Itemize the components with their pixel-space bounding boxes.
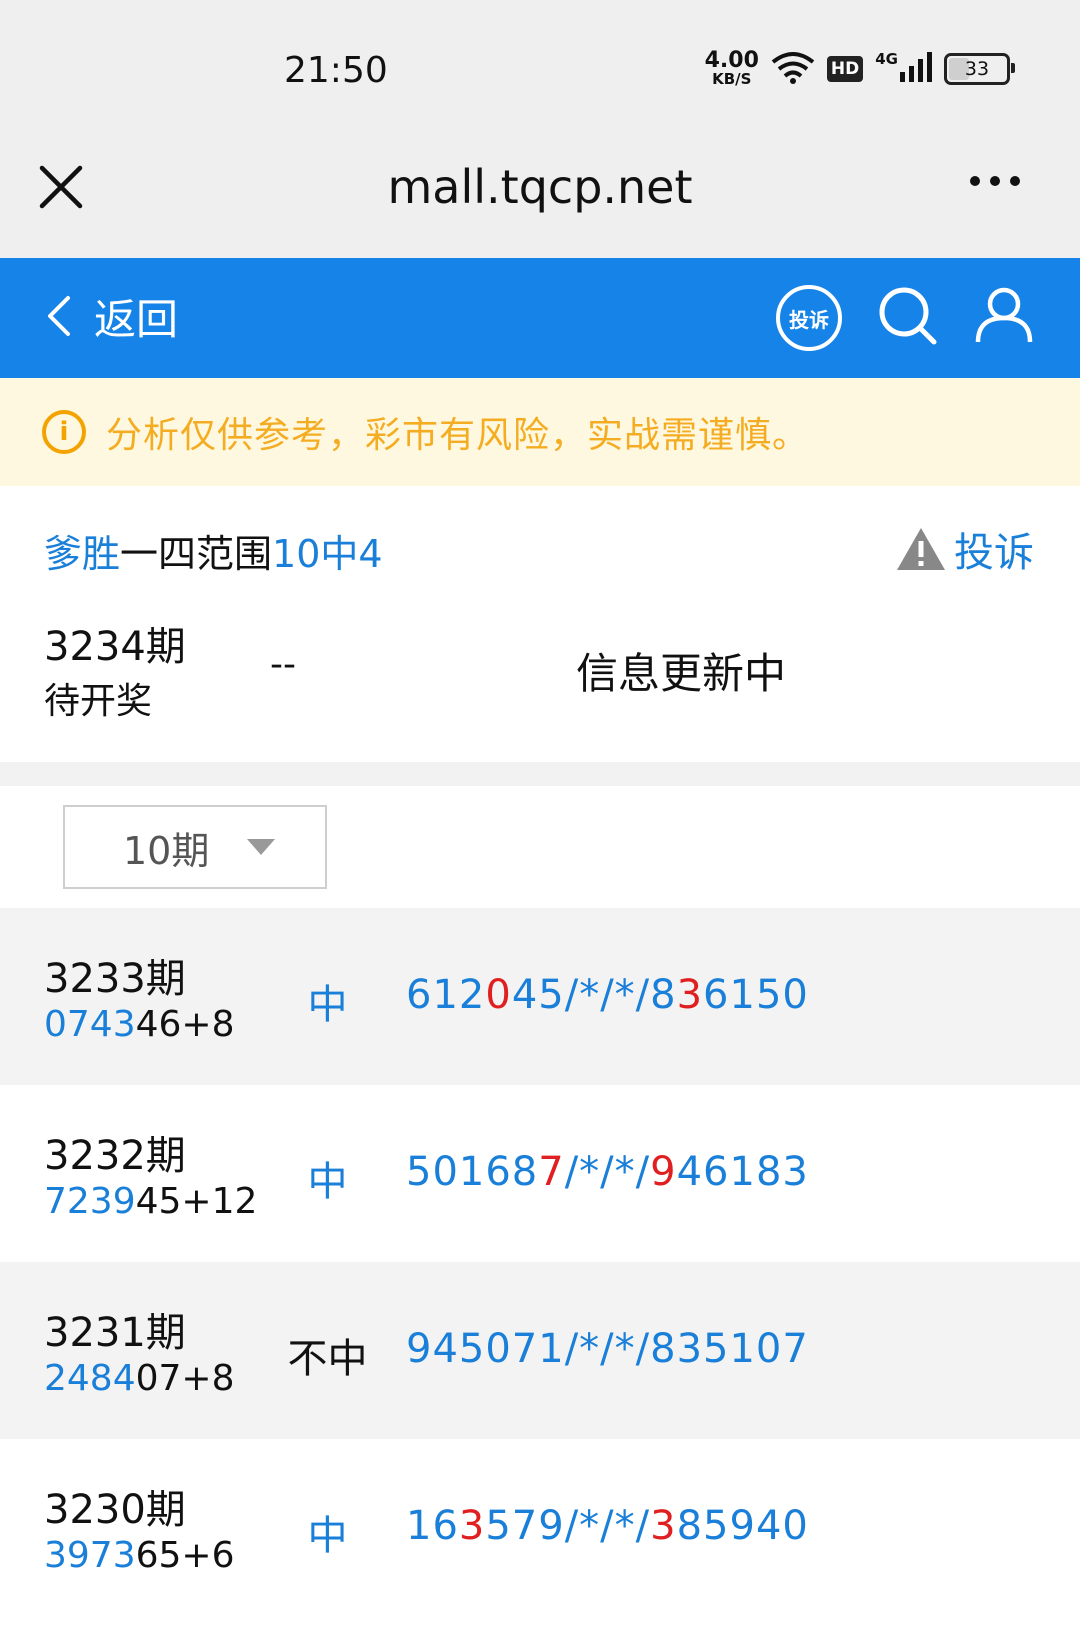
plan-title: 爹胜一四范围10中4 [44,523,383,578]
record-draw: 248407+8 [44,1358,235,1399]
network-type: 4G [875,50,898,68]
current-dash: -- [270,644,296,685]
draw-hit: 2484 [44,1358,136,1399]
pick-segment: 3 [650,1503,677,1549]
signal-icon [900,52,932,86]
record-issue: 3233期 [44,956,186,1002]
record-list: 3233期 074346+8 中 612045/*/*/836150 3232期… [0,908,1080,1616]
pick-segment: 0 [485,972,512,1018]
more-button[interactable] [970,176,1020,186]
pick-segment: 579/*/*/ [485,1503,651,1549]
record-result: 中 [307,982,348,1028]
status-bar: 21:50 4.00 KB/S HD 4G 33 [0,0,1080,130]
search-button[interactable] [876,284,940,352]
battery-icon: 33 [944,53,1015,85]
back-button[interactable]: 返回 [46,284,178,348]
record-row: 3232期 723945+12 中 501687/*/*/946183 [0,1085,1080,1262]
complain-link[interactable]: 投诉 [894,520,1034,578]
plan-title-part: 爹胜 [44,532,121,576]
draw-rest: 07+8 [135,1358,235,1399]
wifi-icon [771,50,815,88]
record-draw: 397365+6 [44,1535,235,1576]
status-time: 21:50 [284,50,388,91]
record-issue: 3232期 [44,1133,186,1179]
record-picks: 945071/*/*/835107 [406,1326,809,1372]
pick-segment: 612 [406,972,486,1018]
draw-rest: 45+12 [135,1181,258,1222]
section-divider [0,762,1080,786]
pick-segment: /*/*/ [564,1149,651,1195]
back-label: 返回 [94,294,179,344]
user-icon [975,287,1033,343]
current-status: 待开奖 [44,681,153,722]
status-icons: 4.00 KB/S HD 4G 33 [704,48,1015,89]
record-picks: 163579/*/*/385940 [406,1503,809,1549]
pick-segment: 50168 [406,1149,539,1195]
record-result: 中 [307,1159,348,1205]
record-picks: 612045/*/*/836150 [406,972,809,1018]
hd-icon: HD [826,56,864,82]
plan-title-part: 一四范围 [120,532,273,576]
network-speed: 4.00 KB/S [704,48,759,89]
info-icon: i [42,410,86,454]
app-header: 返回 投诉 [0,258,1080,378]
close-button[interactable] [38,164,84,210]
more-icon [970,176,980,186]
pick-segment: 46183 [676,1149,809,1195]
pick-segment: 85940 [676,1503,809,1549]
pick-segment: 3 [458,1503,486,1549]
period-select-value: 10期 [123,828,210,873]
draw-rest: 65+6 [135,1535,235,1576]
pick-segment: 7 [538,1149,565,1195]
record-issue: 3230期 [44,1487,186,1533]
draw-hit: 3973 [44,1535,136,1576]
record-row: 3233期 074346+8 中 612045/*/*/836150 [0,908,1080,1085]
browser-bar: mall.tqcp.net [0,130,1080,258]
network-speed-value: 4.00 [704,48,759,74]
user-button[interactable] [974,284,1034,348]
pick-segment: 945071/*/*/835107 [406,1326,809,1372]
risk-notice: i 分析仅供参考，彩市有风险，实战需谨慎。 [0,378,1080,486]
record-draw: 723945+12 [44,1181,257,1222]
record-result: 中 [307,1513,348,1559]
plan-title-part: 10中4 [272,532,383,576]
pick-segment: 6150 [703,972,809,1018]
record-result: 不中 [287,1336,368,1382]
pick-segment: 9 [650,1149,677,1195]
notice-text: 分析仅供参考，彩市有风险，实战需谨慎。 [106,415,810,456]
draw-hit: 7239 [44,1181,136,1222]
chevron-left-icon [48,296,70,336]
search-icon [879,287,937,345]
battery-level: 33 [964,58,990,80]
complain-label: 投诉 [954,530,1034,576]
period-select[interactable]: 10期 [63,805,327,889]
chevron-down-icon [247,839,276,855]
record-draw: 074346+8 [44,1004,235,1045]
pick-segment: 16 [406,1503,459,1549]
pick-segment: 3 [676,972,704,1018]
record-issue: 3231期 [44,1310,186,1356]
record-picks: 501687/*/*/946183 [406,1149,809,1195]
current-issue: 3234期 [44,624,186,670]
record-row: 3231期 248407+8 不中 945071/*/*/835107 [0,1262,1080,1439]
close-icon [39,165,83,209]
network-speed-unit: KB/S [712,70,752,89]
draw-hit: 0743 [44,1004,136,1045]
warning-icon [897,528,945,570]
complain-icon-button[interactable]: 投诉 [776,285,842,351]
pick-segment: 45/*/*/8 [511,972,677,1018]
record-row: 3230期 397365+6 中 163579/*/*/385940 [0,1439,1080,1616]
current-info: 信息更新中 [576,649,787,698]
browser-url: mall.tqcp.net [387,160,693,214]
draw-rest: 46+8 [135,1004,235,1045]
